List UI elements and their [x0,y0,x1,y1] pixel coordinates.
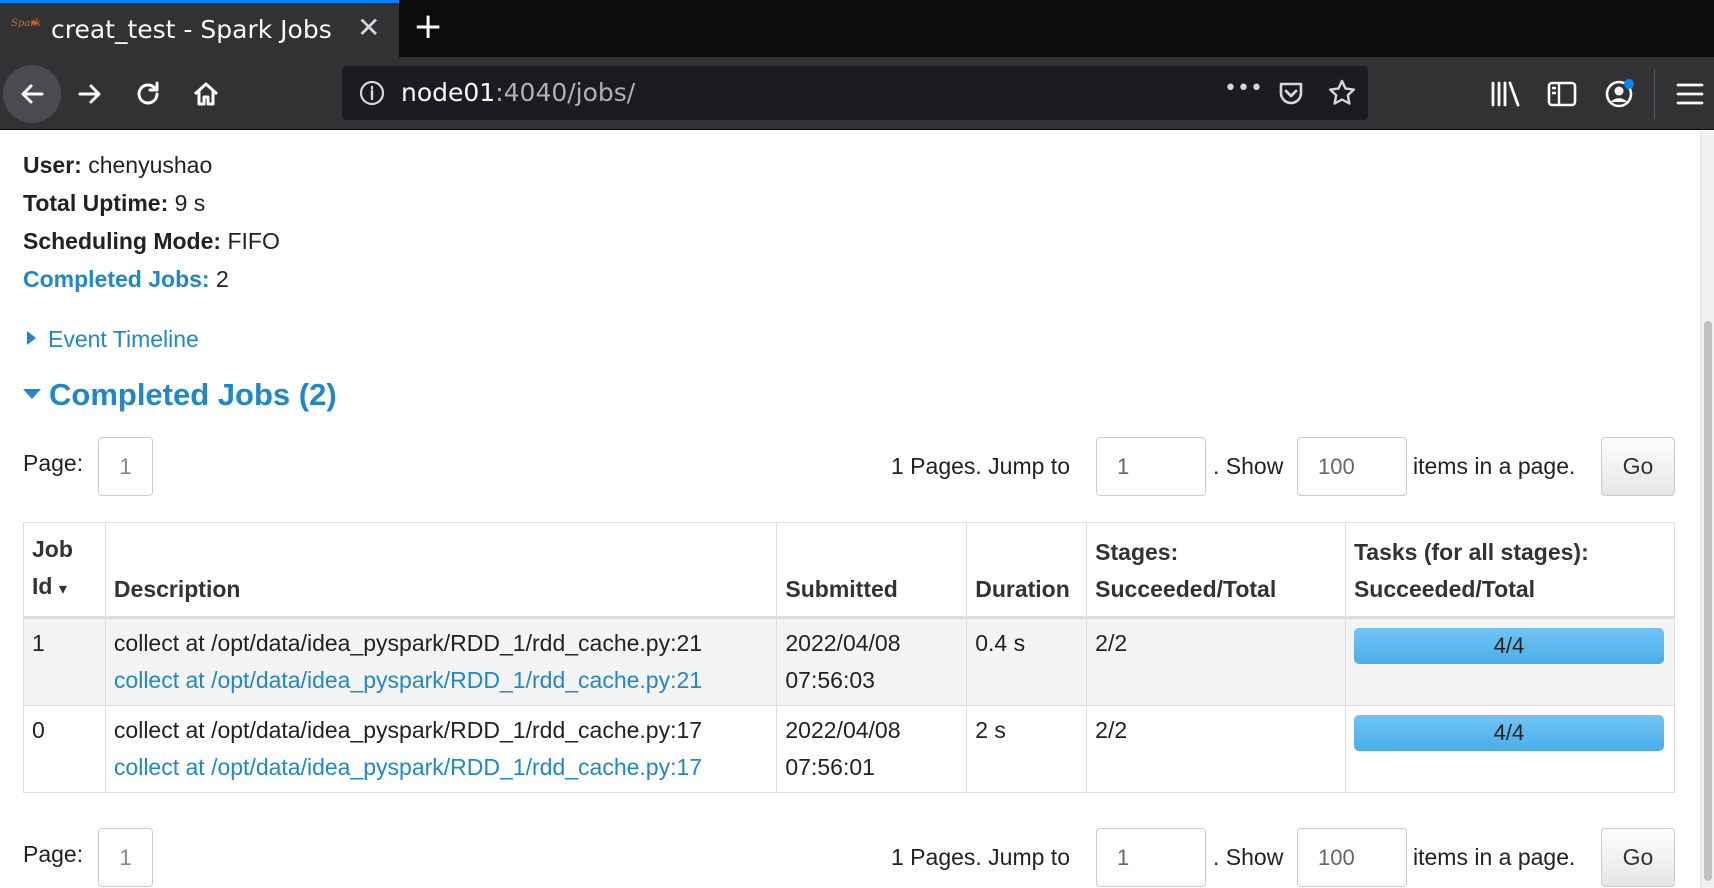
show-label: . Show [1213,844,1284,870]
pocket-icon[interactable] [1276,78,1306,108]
items-label: items in a page. [1413,453,1576,479]
section-title: Completed Jobs (2) [49,377,337,412]
completed-jobs-link[interactable]: Completed Jobs: [23,266,210,292]
job-detail-link[interactable]: collect at /opt/data/idea_pyspark/RDD_1/… [114,754,702,780]
summary-value: 9 s [168,190,206,216]
description-text: collect at /opt/data/idea_pyspark/RDD_1/… [113,717,703,743]
reload-button[interactable] [119,65,177,123]
menu-icon[interactable] [1673,77,1707,111]
summary-uptime: Total Uptime: 9 s [23,189,280,227]
description-header[interactable]: Description [104,522,778,619]
tasks-cell: 4/4 [1344,617,1676,706]
summary-label: Total Uptime: [23,190,169,216]
page-label: Page: [23,450,84,476]
stages-cell: 2/2 [1086,705,1346,793]
summary-list: User: chenyushao Total Uptime: 9 s Sched… [23,151,280,303]
forward-button[interactable] [61,65,119,123]
tasks-progress-bar: 4/4 [1353,628,1664,664]
show-label: . Show [1213,453,1284,479]
table-row: 0 collect at /opt/data/idea_pyspark/RDD_… [23,705,1676,793]
page-size-input[interactable] [1297,828,1407,887]
jump-to-page-input[interactable] [1096,828,1206,887]
home-icon [193,82,219,106]
description-cell: collect at /opt/data/idea_pyspark/RDD_1/… [104,705,778,793]
summary-value: FIFO [221,228,280,254]
tasks-progress-bar: 4/4 [1353,715,1664,751]
back-arrow-icon [21,84,44,104]
event-timeline-toggle[interactable]: Event Timeline [27,326,199,353]
pager-bottom: Page: 1 1 Pages. Jump to . Show items in… [23,828,1675,888]
page-label: Page: [23,841,84,867]
duration-header[interactable]: Duration [966,522,1088,619]
job-id-cell: 0 [23,705,106,793]
page-content: User: chenyushao Total Uptime: 9 s Sched… [0,131,1714,888]
description-cell: collect at /opt/data/idea_pyspark/RDD_1/… [104,617,778,706]
library-icon[interactable] [1488,77,1522,111]
pager-top: Page: 1 1 Pages. Jump to . Show items in… [23,437,1675,497]
go-button[interactable]: Go [1601,828,1675,887]
expand-arrow-icon [27,331,36,345]
summary-value: chenyushao [81,152,213,178]
summary-user: User: chenyushao [23,151,280,189]
summary-label: Scheduling Mode: [23,228,222,254]
submitted-header[interactable]: Submitted [776,522,968,619]
tab-title: creat_test - Spark Jobs [51,15,332,44]
home-button[interactable] [177,65,235,123]
sort-desc-icon: ▾ [58,581,67,598]
account-icon[interactable] [1602,77,1636,111]
navigation-toolbar: node01:4040/jobs/ ••• [0,57,1714,130]
tasks-cell: 4/4 [1344,705,1676,793]
duration-cell: 0.4 s [966,617,1088,706]
page-number-button[interactable]: 1 [98,437,153,496]
jobs-table: Job Id ▾ Description Submitted Duration S… [23,522,1676,793]
go-button[interactable]: Go [1601,437,1675,496]
active-tab[interactable]: Spark ✦ creat_test - Spark Jobs ✕ [0,0,399,57]
page-actions-icon[interactable]: ••• [1224,76,1263,106]
summary-completed-jobs: Completed Jobs: 2 [23,265,280,303]
job-detail-link[interactable]: collect at /opt/data/idea_pyspark/RDD_1/… [114,667,702,693]
pages-jump-label: 1 Pages. Jump to [891,844,1070,870]
sidebar-icon[interactable] [1545,77,1579,111]
new-tab-button[interactable]: + [413,6,443,48]
jump-to-page-input[interactable] [1096,437,1206,496]
url-bar[interactable]: node01:4040/jobs/ ••• [342,66,1368,120]
duration-cell: 2 s [966,705,1088,793]
completed-jobs-header[interactable]: Completed Jobs (2) [23,377,337,413]
url-host: node01 [401,78,496,107]
submitted-cell: 2022/04/08 07:56:03 [776,617,968,706]
info-icon[interactable] [358,79,386,107]
stages-header[interactable]: Stages: Succeeded/Total [1086,522,1346,619]
page-size-input[interactable] [1297,437,1407,496]
stages-cell: 2/2 [1086,617,1346,706]
vertical-scrollbar[interactable] [1700,131,1714,888]
job-id-cell: 1 [23,617,106,706]
scrollbar-thumb[interactable] [1704,321,1712,881]
url-path: :4040/jobs/ [495,78,636,107]
description-text: collect at /opt/data/idea_pyspark/RDD_1/… [113,630,703,656]
summary-scheduling-mode: Scheduling Mode: FIFO [23,227,280,265]
job-id-header[interactable]: Job Id ▾ [23,522,106,619]
collapse-arrow-icon [23,389,41,399]
page-number-button[interactable]: 1 [98,828,153,887]
table-header-row: Job Id ▾ Description Submitted Duration S… [23,522,1676,619]
tab-strip: Spark ✦ creat_test - Spark Jobs ✕ + [0,0,1714,57]
forward-arrow-icon [78,84,101,104]
bookmark-star-icon[interactable] [1327,78,1357,108]
event-timeline-label: Event Timeline [48,326,199,352]
tab-close-icon[interactable]: ✕ [357,13,380,43]
url-text[interactable]: node01:4040/jobs/ [401,78,635,107]
toolbar-separator [1654,69,1655,119]
summary-value: 2 [209,266,229,292]
spark-favicon-icon: Spark ✦ [11,16,42,30]
back-button[interactable] [3,65,61,123]
submitted-cell: 2022/04/08 07:56:01 [776,705,968,793]
tasks-header[interactable]: Tasks (for all stages): Succeeded/Total [1344,522,1676,619]
reload-icon [137,81,159,105]
table-row: 1 collect at /opt/data/idea_pyspark/RDD_… [23,617,1676,706]
pages-jump-label: 1 Pages. Jump to [891,453,1070,479]
summary-label: User: [23,152,82,178]
items-label: items in a page. [1413,844,1576,870]
